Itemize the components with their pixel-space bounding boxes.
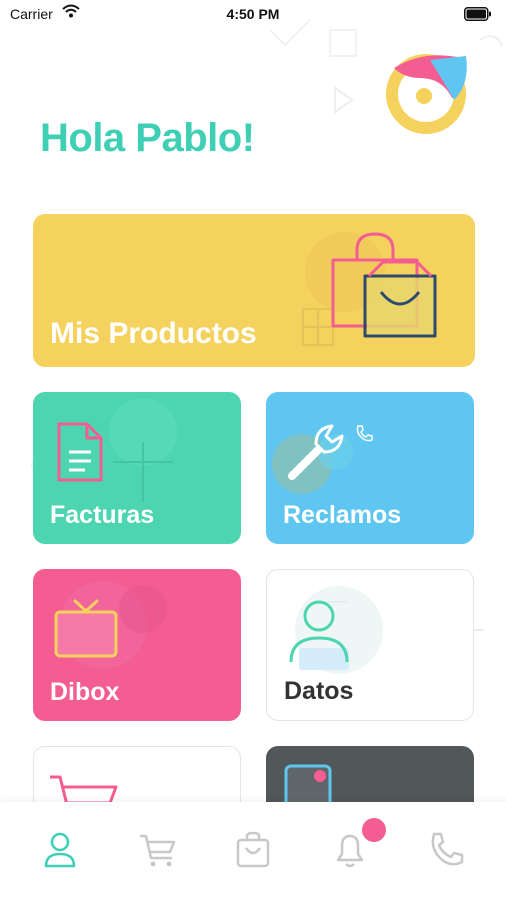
status-time: 4:50 PM — [226, 6, 280, 22]
notification-badge — [362, 818, 386, 842]
card-label: Mis Productos — [50, 317, 257, 350]
tab-bar — [0, 802, 506, 900]
greeting-title: Hola Pablo! — [40, 116, 255, 160]
tab-phone[interactable] — [426, 830, 466, 870]
tab-cart[interactable] — [138, 830, 178, 870]
tab-bag[interactable] — [233, 830, 273, 870]
card-mis-productos[interactable]: Mis Productos — [33, 214, 475, 367]
bag-icon — [236, 831, 270, 868]
card-datos[interactable]: Datos — [266, 569, 474, 721]
user-icon — [289, 600, 349, 670]
user-icon — [44, 832, 76, 868]
status-bar: Carrier 4:50 PM — [0, 0, 506, 28]
card-facturas[interactable]: Facturas — [33, 392, 241, 544]
tv-icon — [54, 599, 118, 658]
tab-profile[interactable] — [40, 830, 80, 870]
card-label: Dibox — [50, 678, 120, 706]
cart-icon — [140, 834, 176, 867]
phone-icon — [431, 832, 464, 866]
card-dibox[interactable]: Dibox — [33, 569, 241, 721]
battery-icon — [464, 7, 491, 21]
app-logo — [386, 54, 467, 134]
card-reclamos[interactable]: Reclamos — [266, 392, 474, 544]
card-label: Facturas — [50, 501, 155, 529]
card-label: Datos — [284, 677, 354, 705]
document-icon — [57, 422, 103, 482]
wrench-icon — [288, 424, 344, 480]
card-label: Reclamos — [283, 501, 402, 529]
phone-icon — [356, 425, 373, 442]
shopping-bags-icon — [331, 232, 437, 338]
